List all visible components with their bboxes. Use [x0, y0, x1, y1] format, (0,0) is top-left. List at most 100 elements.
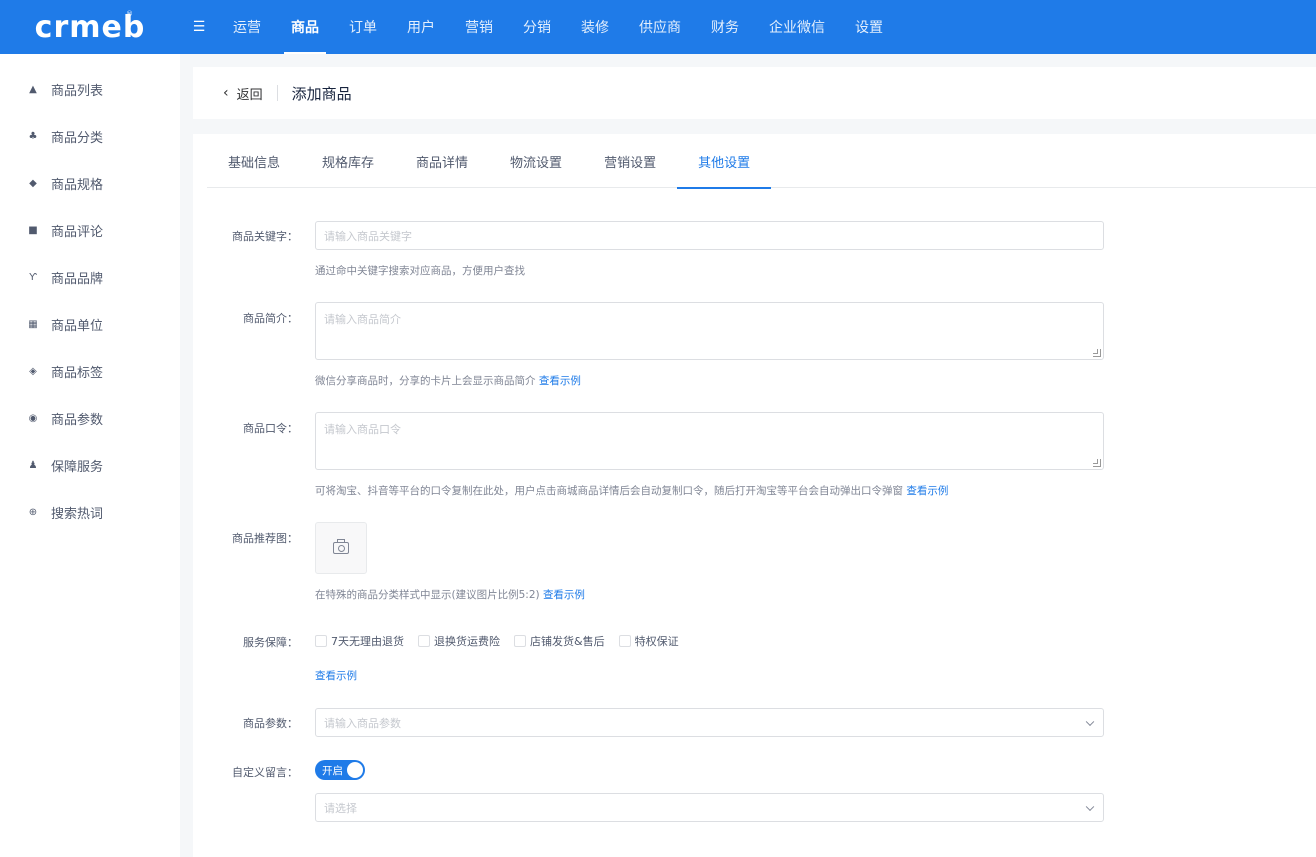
nav-item-user[interactable]: 用户 — [392, 0, 450, 54]
custom-select-placeholder: 请选择 — [324, 801, 357, 815]
token-label: 商品口令： — [243, 422, 298, 435]
sidebar-item-guarantee[interactable]: ♟ 保障服务 — [0, 442, 180, 489]
intro-example-link[interactable]: 查看示例 — [539, 375, 581, 387]
menu-collapse-icon[interactable]: ☰ — [180, 0, 218, 54]
checkbox[interactable] — [618, 635, 631, 647]
sidebar-item-product-brand[interactable]: Ƴ 商品品牌 — [0, 254, 180, 301]
tag-icon: ◈ — [29, 366, 37, 377]
sidebar-item-hot-search[interactable]: ⊕ 搜索热词 — [0, 489, 180, 536]
service-label: 服务保障： — [243, 636, 298, 649]
recommend-image-label: 商品推荐图： — [232, 532, 298, 545]
recommend-hint: 在特殊的商品分类样式中显示(建议图片比例5:2) 查看示例 — [315, 587, 585, 602]
header-divider — [276, 85, 278, 101]
sidebar-item-label: 商品列表 — [51, 84, 104, 99]
sidebar-item-product-params[interactable]: ◉ 商品参数 — [0, 395, 180, 442]
keyword-input[interactable]: 请输入商品关键字 — [315, 221, 1104, 250]
chevron-down-icon — [1085, 717, 1095, 726]
chevron-left-icon: ‹ — [223, 85, 229, 101]
sidebar-item-product-comment[interactable]: ■ 商品评论 — [0, 207, 180, 254]
custom-message-switch[interactable]: 开启 — [315, 760, 365, 780]
params-label: 商品参数： — [243, 717, 298, 730]
sidebar-item-label: 商品评论 — [51, 225, 104, 240]
custom-message-select[interactable]: 请选择 — [315, 793, 1104, 822]
nav-item-marketing[interactable]: 营销 — [450, 0, 508, 54]
params-select[interactable]: 请输入商品参数 — [315, 708, 1104, 737]
brand-icon: Ƴ — [29, 272, 37, 283]
sidebar-item-product-tag[interactable]: ◈ 商品标签 — [0, 348, 180, 395]
token-hint-text: 可将淘宝、抖音等平台的口令复制在此处，用户点击商城商品详情后会自动复制口令，随后… — [315, 485, 903, 497]
switch-label: 开启 — [322, 764, 343, 777]
sidebar-item-label: 商品规格 — [51, 178, 104, 193]
sidebar-item-label: 商品单位 — [51, 319, 104, 334]
sidebar-item-label: 保障服务 — [51, 460, 104, 475]
resize-handle-icon[interactable] — [1093, 459, 1101, 467]
eye-icon: ◉ — [28, 413, 38, 424]
back-button[interactable]: ‹ 返回 — [223, 84, 263, 103]
service-option-shipping-insurance[interactable]: 退换货运费险 — [418, 633, 500, 649]
intro-textarea[interactable]: 请输入商品简介 — [315, 302, 1104, 360]
custom-message-label: 自定义留言： — [232, 766, 298, 779]
service-option-7day[interactable]: 7天无理由退货 — [315, 633, 404, 649]
sidebar-item-label: 商品参数 — [51, 413, 104, 428]
tab-basic-info[interactable]: 基础信息 — [207, 134, 301, 188]
nav-item-wecom[interactable]: 企业微信 — [754, 0, 840, 54]
token-textarea[interactable]: 请输入商品口令 — [315, 412, 1104, 470]
checkbox-label: 特权保证 — [634, 635, 679, 648]
nav-item-finance[interactable]: 财务 — [696, 0, 754, 54]
tab-logistics[interactable]: 物流设置 — [489, 134, 583, 188]
top-navbar: crmeb ® ☰ 运营 商品 订单 用户 营销 分销 装修 供应商 财务 企业… — [0, 0, 1316, 54]
brand-logo[interactable]: crmeb ® — [0, 0, 180, 54]
nav-item-settings[interactable]: 设置 — [840, 0, 898, 54]
token-example-link[interactable]: 查看示例 — [906, 485, 948, 497]
sidebar-item-product-category[interactable]: ♣ 商品分类 — [0, 113, 180, 160]
recommend-example-link[interactable]: 查看示例 — [543, 589, 585, 601]
nav-item-product[interactable]: 商品 — [276, 0, 334, 54]
resize-handle-icon[interactable] — [1093, 349, 1101, 357]
service-option-store-delivery[interactable]: 店铺发货&售后 — [514, 633, 605, 649]
sidebar-item-label: 商品品牌 — [51, 272, 104, 287]
switch-knob — [347, 762, 363, 778]
recommend-hint-text: 在特殊的商品分类样式中显示(建议图片比例5:2) — [315, 589, 540, 601]
form-card: 基础信息 规格库存 商品详情 物流设置 营销设置 其他设置 商品关键字： 请输入… — [193, 134, 1316, 857]
checkbox[interactable] — [315, 635, 327, 647]
sidebar: ▲ 商品列表 ♣ 商品分类 ◆ 商品规格 ■ 商品评论 Ƴ 商品品牌 ▦ 商品单位 ◈ 商品标… — [0, 54, 180, 857]
tab-marketing[interactable]: 营销设置 — [583, 134, 677, 188]
service-example-link[interactable]: 查看示例 — [315, 668, 357, 683]
cube-icon: ◆ — [29, 178, 37, 189]
person-icon: ♟ — [28, 460, 38, 471]
sidebar-item-product-list[interactable]: ▲ 商品列表 — [0, 66, 180, 113]
comment-icon: ■ — [28, 225, 38, 236]
intro-hint: 微信分享商品时，分享的卡片上会显示商品简介 查看示例 — [315, 373, 581, 388]
sidebar-item-product-spec[interactable]: ◆ 商品规格 — [0, 160, 180, 207]
intro-label: 商品简介： — [243, 312, 298, 325]
sidebar-item-label: 商品分类 — [51, 131, 104, 146]
nav-item-operation[interactable]: 运营 — [218, 0, 276, 54]
intro-hint-text: 微信分享商品时，分享的卡片上会显示商品简介 — [315, 375, 536, 387]
keyword-placeholder: 请输入商品关键字 — [324, 229, 412, 243]
recommend-image-upload[interactable] — [315, 522, 367, 574]
keyword-hint: 通过命中关键字搜索对应商品，方便用户查找 — [315, 265, 525, 277]
checkbox[interactable] — [514, 635, 526, 647]
token-hint: 可将淘宝、抖音等平台的口令复制在此处，用户点击商城商品详情后会自动复制口令，随后… — [315, 483, 948, 498]
form-tabs: 基础信息 规格库存 商品详情 物流设置 营销设置 其他设置 — [207, 134, 1316, 189]
nav-item-supplier[interactable]: 供应商 — [624, 0, 696, 54]
params-placeholder: 请输入商品参数 — [324, 716, 401, 730]
tab-product-detail[interactable]: 商品详情 — [395, 134, 489, 188]
sidebar-item-label: 搜索热词 — [51, 507, 104, 522]
token-placeholder: 请输入商品口令 — [324, 423, 401, 436]
nav-item-order[interactable]: 订单 — [334, 0, 392, 54]
tab-other-settings[interactable]: 其他设置 — [677, 134, 772, 189]
sidebar-item-label: 商品标签 — [51, 366, 104, 381]
basket-icon: ▲ — [29, 84, 37, 95]
checkbox[interactable] — [418, 635, 430, 647]
page-header: ‹ 返回 添加商品 — [193, 67, 1316, 119]
back-label: 返回 — [236, 87, 263, 103]
globe-icon: ⊕ — [28, 507, 38, 518]
nav-item-decoration[interactable]: 装修 — [566, 0, 624, 54]
service-option-privilege[interactable]: 特权保证 — [618, 633, 679, 649]
sidebar-item-product-unit[interactable]: ▦ 商品单位 — [0, 301, 180, 348]
checkbox-label: 退换货运费险 — [434, 635, 500, 648]
tab-spec-stock[interactable]: 规格库存 — [301, 134, 395, 188]
chevron-down-icon — [1085, 802, 1095, 811]
nav-item-distribution[interactable]: 分销 — [508, 0, 566, 54]
